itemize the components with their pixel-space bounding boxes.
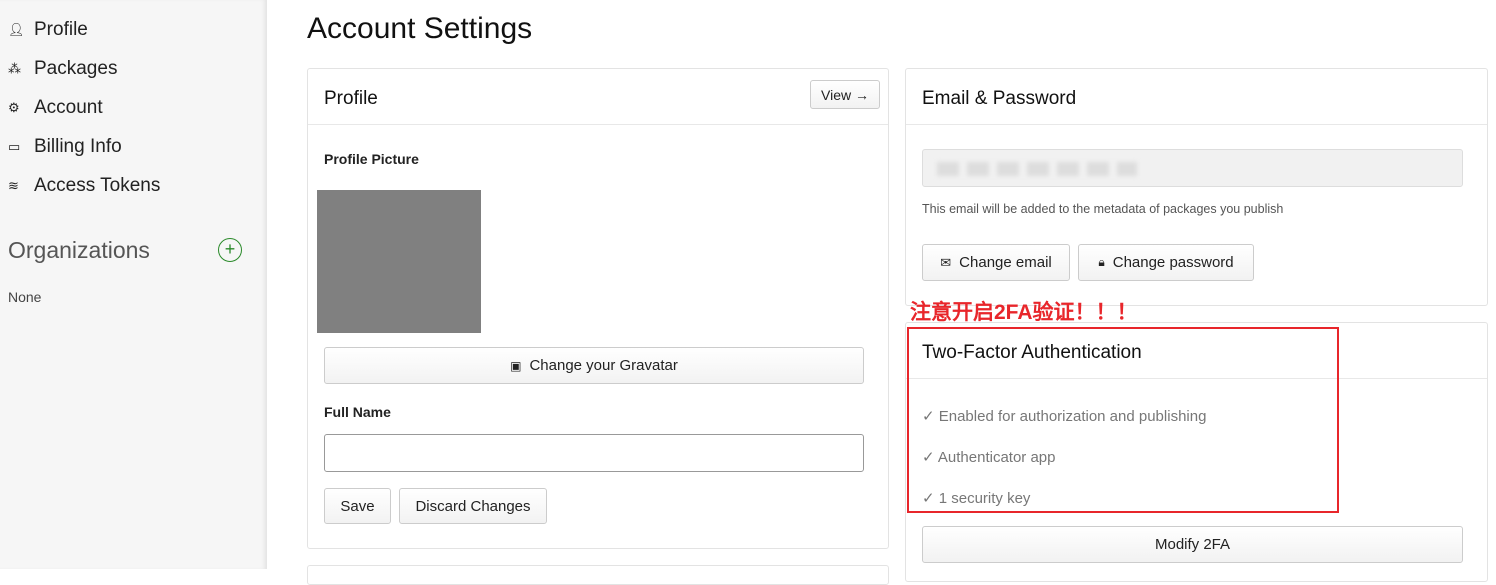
sidebar: 👤︎ Profile ⁂ Packages ⚙ Account ▭ Billing In…: [0, 0, 267, 569]
sidebar-item-access-tokens[interactable]: ≋ Access Tokens: [8, 175, 160, 197]
next-card: [307, 565, 889, 585]
page-title: Account Settings: [307, 12, 533, 45]
user-icon: 👤︎: [8, 22, 25, 37]
view-profile-button[interactable]: View →: [810, 80, 880, 109]
envelope-icon: ✉: [940, 254, 952, 270]
email-field: [922, 149, 1463, 187]
modify-2fa-button[interactable]: Modify 2FA: [922, 526, 1463, 563]
sidebar-item-profile[interactable]: 👤︎ Profile: [8, 19, 88, 41]
save-button[interactable]: Save: [324, 488, 391, 524]
change-email-button[interactable]: ✉ Change email: [922, 244, 1070, 281]
discard-changes-button[interactable]: Discard Changes: [399, 488, 547, 524]
organizations-empty: None: [8, 289, 42, 305]
sidebar-item-account[interactable]: ⚙ Account: [8, 97, 103, 119]
profile-card: Profile View → Profile Picture ▣ Change y…: [307, 68, 889, 549]
packages-icon: ⁂: [8, 61, 21, 76]
sidebar-item-billing[interactable]: ▭ Billing Info: [8, 136, 122, 158]
redacted-email: [937, 162, 1137, 176]
email-card-title: Email & Password: [906, 69, 1487, 125]
coins-icon: ≋: [8, 178, 19, 193]
change-gravatar-button[interactable]: ▣ Change your Gravatar: [324, 347, 864, 384]
gear-icon: ⚙: [8, 100, 20, 115]
credit-card-icon: ▭: [8, 139, 21, 154]
full-name-label: Full Name: [324, 404, 391, 420]
image-icon: ▣: [510, 358, 522, 373]
organizations-heading: Organizations: [8, 237, 150, 263]
profile-picture-label: Profile Picture: [324, 151, 419, 167]
profile-picture: [317, 190, 481, 333]
lock-icon: 🔒︎: [1098, 255, 1105, 269]
add-organization-icon[interactable]: +: [218, 238, 242, 262]
email-password-card: Email & Password This email will be adde…: [905, 68, 1488, 306]
annotation-highlight-box: [907, 327, 1339, 513]
email-note: This email will be added to the metadata…: [922, 202, 1284, 216]
full-name-input[interactable]: [324, 434, 864, 472]
profile-card-title: Profile: [308, 69, 888, 125]
change-password-button[interactable]: 🔒︎ Change password: [1078, 244, 1254, 281]
sidebar-item-packages[interactable]: ⁂ Packages: [8, 58, 117, 80]
